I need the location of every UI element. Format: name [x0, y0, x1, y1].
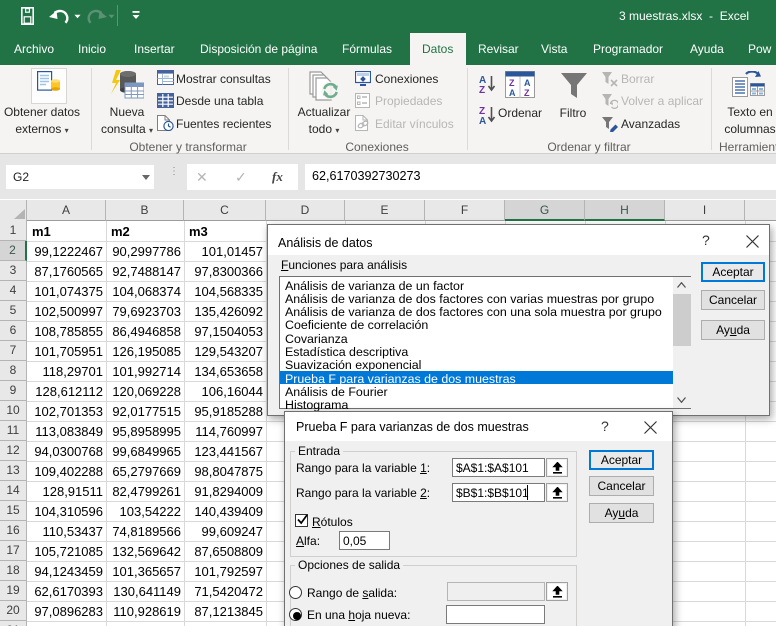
svg-text:Z: Z [509, 78, 515, 88]
svg-text:A: A [479, 116, 486, 125]
svg-text:Z: Z [524, 88, 530, 98]
svg-text:A: A [524, 78, 531, 88]
svg-text:Z: Z [479, 85, 485, 94]
svg-text:A: A [509, 88, 516, 98]
